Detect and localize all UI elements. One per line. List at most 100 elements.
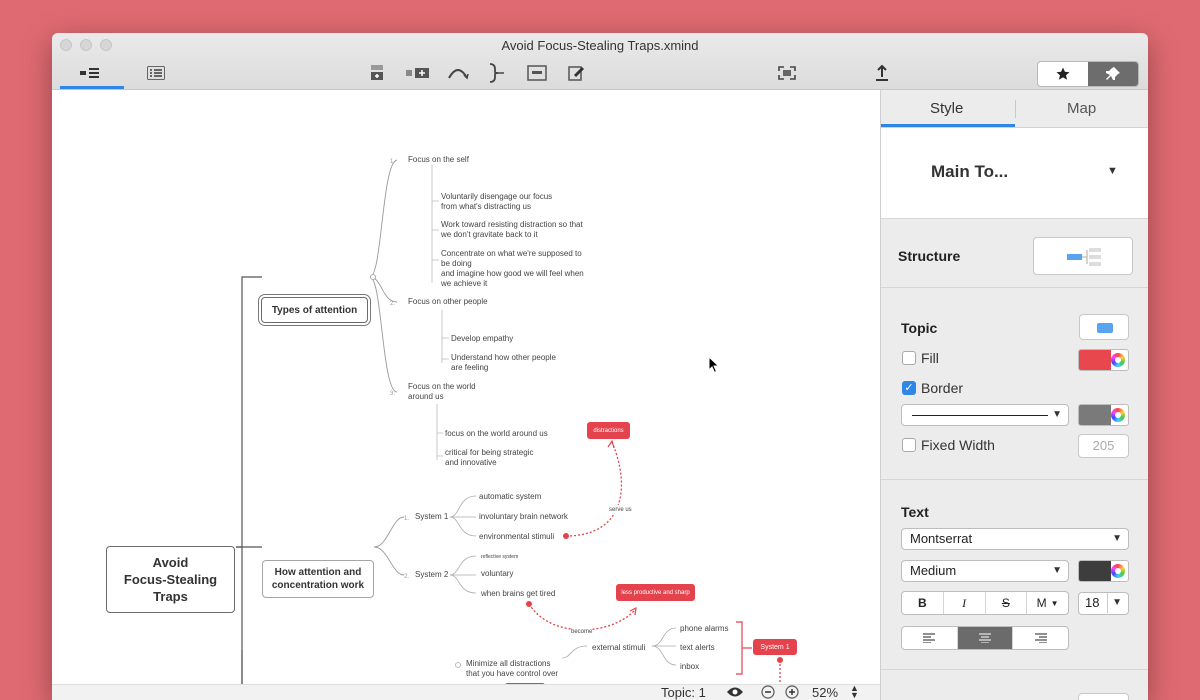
chevron-down-icon: ▼ <box>1050 598 1059 608</box>
outline-view-icon[interactable] <box>78 62 102 84</box>
font-family-select[interactable]: Montserrat ▼ <box>901 528 1129 550</box>
next-section-button[interactable] <box>1078 693 1129 700</box>
mind-map-canvas[interactable]: Avoid Focus-Stealing Traps Types of atte… <box>52 90 880 700</box>
eye-icon[interactable] <box>726 686 744 700</box>
font-weight-value: Medium <box>910 563 957 578</box>
topic-label: Types of attention <box>271 304 358 316</box>
subtopic-item[interactable]: automatic system <box>479 492 541 502</box>
share-icon[interactable] <box>872 62 892 84</box>
color-wheel-icon[interactable] <box>1111 353 1125 367</box>
align-center-button[interactable] <box>957 627 1014 649</box>
structure-button[interactable] <box>1033 237 1133 275</box>
bold-button[interactable]: B <box>902 592 944 614</box>
color-wheel-icon[interactable] <box>1111 408 1125 422</box>
border-style-select[interactable]: ▼ <box>901 404 1069 426</box>
style-selector-value[interactable]: Main To... <box>931 162 1008 182</box>
tab-style[interactable]: Style <box>930 100 963 117</box>
subtopic-focus-others[interactable]: Focus on other people <box>408 297 488 307</box>
star-icon[interactable] <box>1038 62 1088 86</box>
line: Voluntarily disengage our focus <box>441 192 553 201</box>
insert-subtopic-icon[interactable] <box>406 62 430 84</box>
floating-topic-distractions[interactable]: distractions <box>587 422 630 439</box>
dropdown-arrow-icon[interactable]: ▼ <box>1107 165 1118 177</box>
summary-icon[interactable] <box>486 62 506 84</box>
align-left-button[interactable] <box>902 627 958 649</box>
subtopic-system-2[interactable]: System 2 <box>415 570 448 580</box>
relationship-label-become[interactable]: become <box>571 627 593 637</box>
italic-button[interactable]: I <box>944 592 986 614</box>
zoom-in-icon[interactable] <box>785 685 799 700</box>
subtopic-item[interactable]: phone alarms <box>680 624 728 634</box>
fixed-width-label: Fixed Width <box>921 437 995 453</box>
subtopic-minimize[interactable]: Minimize all distractions that you have c… <box>466 659 558 679</box>
subtopic-focus-self[interactable]: Focus on the self <box>408 155 469 165</box>
align-right-button[interactable] <box>1013 627 1068 649</box>
tab-divider <box>1015 100 1016 118</box>
subtopic-item[interactable]: inbox <box>680 662 699 672</box>
line: Focus on the world <box>408 382 476 391</box>
line: we don't gravitate back to it <box>441 230 538 239</box>
subtopic-item[interactable]: Work toward resisting distraction so tha… <box>441 220 583 240</box>
structure-section: Structure <box>881 219 1148 288</box>
note-icon[interactable] <box>566 62 588 84</box>
zoom-stepper-icon[interactable]: ▲ ▼ <box>850 684 859 700</box>
subtopic-external-stimuli[interactable]: external stimuli <box>592 643 645 653</box>
boundary-icon[interactable] <box>526 62 548 84</box>
fullscreen-icon[interactable] <box>776 62 798 84</box>
subtopic-item[interactable]: reflective system <box>481 552 518 562</box>
font-family-value: Montserrat <box>910 531 973 546</box>
subtopic-item[interactable]: involuntary brain network <box>479 512 568 522</box>
border-color-picker[interactable] <box>1078 404 1129 426</box>
font-size-select[interactable]: 18 ▼ <box>1078 592 1129 615</box>
floating-topic-less-productive[interactable]: less productive and sharp <box>616 584 695 601</box>
line: Understand how other people <box>451 353 556 362</box>
align-right-icon <box>1034 633 1047 643</box>
text-color-picker[interactable] <box>1078 560 1129 582</box>
topic-how-attention-works[interactable]: How attention and concentration work <box>262 560 374 598</box>
floating-topic-system-1[interactable]: System 1 <box>753 639 797 655</box>
root-topic[interactable]: Avoid Focus-Stealing Traps <box>106 546 235 613</box>
subtopic-focus-world[interactable]: Focus on the world around us <box>408 382 476 402</box>
active-view-indicator <box>60 86 124 89</box>
root-line: Traps <box>153 589 188 604</box>
subtopic-item[interactable]: critical for being strategic and innovati… <box>445 448 533 468</box>
font-size-value: 18 <box>1085 595 1100 610</box>
subtopic-item[interactable]: Develop empathy <box>451 334 513 344</box>
strikethrough-button[interactable]: S <box>986 592 1028 614</box>
relationship-label-serve-us[interactable]: serve us <box>609 505 632 515</box>
subtopic-item[interactable]: environmental stimuli <box>479 532 554 542</box>
tab-map[interactable]: Map <box>1067 100 1096 117</box>
topic-shape-button[interactable] <box>1079 314 1129 340</box>
line: concentration work <box>271 580 365 591</box>
line: that you have control over <box>466 669 559 678</box>
insert-topic-icon[interactable] <box>368 62 388 84</box>
subtopic-item[interactable]: voluntary <box>481 569 513 579</box>
subtopic-item[interactable]: Understand how other people are feeling <box>451 353 556 373</box>
style-selector-section: Main To... ▼ <box>881 128 1148 219</box>
subtopic-item[interactable]: text alerts <box>680 643 715 653</box>
line: focus on the world around us <box>445 429 548 438</box>
list-view-icon[interactable] <box>146 62 166 84</box>
pin-icon[interactable] <box>1088 62 1138 86</box>
subtopic-item[interactable]: Voluntarily disengage our focus from what… <box>441 192 552 212</box>
fill-checkbox[interactable] <box>902 351 916 365</box>
fixed-width-input[interactable]: 205 <box>1078 434 1129 458</box>
zoom-out-icon[interactable] <box>761 685 775 700</box>
zoom-level[interactable]: 52% <box>812 685 838 700</box>
color-wheel-icon[interactable] <box>1111 564 1125 578</box>
fill-label: Fill <box>921 350 939 366</box>
list-number: 1. <box>390 159 396 165</box>
font-weight-select[interactable]: Medium ▼ <box>901 560 1069 582</box>
subtopic-system-1[interactable]: System 1 <box>415 512 448 522</box>
fill-color-picker[interactable] <box>1078 349 1129 371</box>
subtopic-item[interactable]: focus on the world around us <box>445 429 548 439</box>
format-panel: Style Map Main To... ▼ Structure Topic F… <box>880 90 1148 700</box>
text-case-button[interactable]: M ▼ <box>1027 592 1068 614</box>
topic-types-of-attention[interactable]: Types of attention <box>261 297 368 323</box>
border-checkbox[interactable]: ✓ <box>902 381 916 395</box>
subtopic-item[interactable]: Concentrate on what we're supposed to be … <box>441 249 584 289</box>
subtopic-item[interactable]: when brains get tired <box>481 589 555 599</box>
relationship-icon[interactable] <box>446 62 470 84</box>
mouse-cursor-icon <box>708 356 720 374</box>
fixed-width-checkbox[interactable] <box>902 438 916 452</box>
